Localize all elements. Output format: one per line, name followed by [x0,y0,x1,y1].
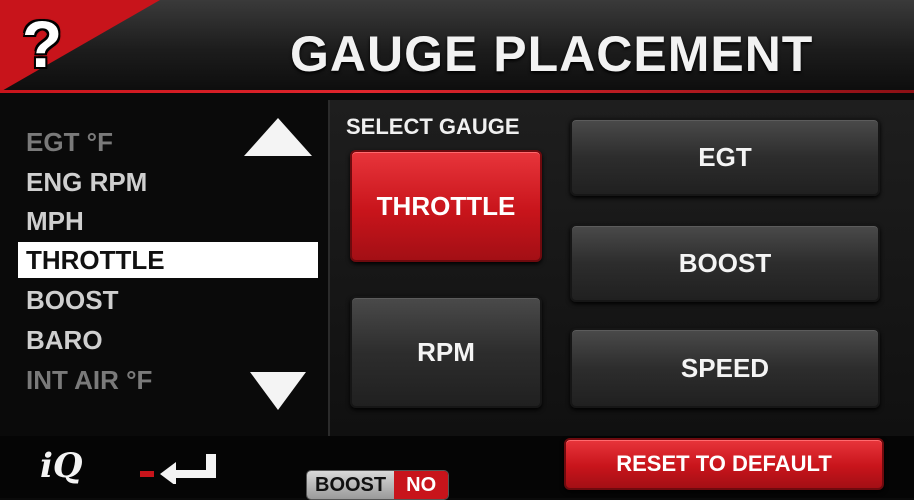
boost-status-value: NO [394,471,449,499]
iq-logo: iQ [40,446,83,486]
speed-button[interactable]: SPEED [570,328,880,408]
boost-button[interactable]: BOOST [570,224,880,302]
egt-button[interactable]: EGT [570,118,880,196]
list-item[interactable]: BARO [18,322,318,358]
arrow-down-icon[interactable] [250,372,306,410]
rpm-button[interactable]: RPM [350,296,542,408]
list-item-selected[interactable]: THROTTLE [18,242,318,278]
page-title: GAUGE PLACEMENT [290,26,814,82]
header-divider [0,90,914,93]
throttle-button[interactable]: THROTTLE [350,150,542,262]
list-item[interactable]: BOOST [18,282,318,318]
back-enter-icon[interactable] [140,450,226,484]
arrow-up-icon[interactable] [244,118,312,156]
reset-to-default-button[interactable]: RESET TO DEFAULT [564,438,884,490]
help-button[interactable]: ? [6,4,78,84]
select-gauge-label: SELECT GAUGE [346,114,520,139]
list-item[interactable]: ENG RPM [18,164,318,200]
boost-status-label: BOOST [307,471,395,499]
list-item[interactable]: MPH [18,203,318,239]
boost-status: BOOST NO [306,470,450,500]
